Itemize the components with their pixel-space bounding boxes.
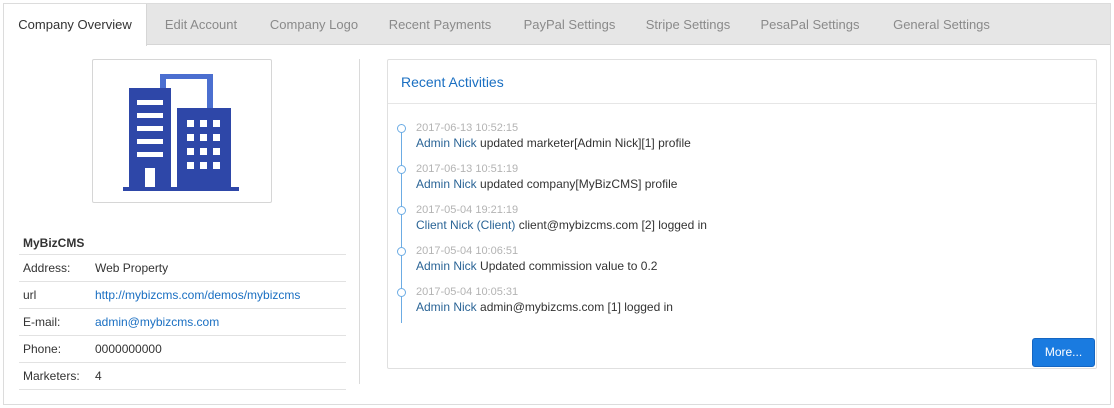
timeline-dot-icon: [397, 124, 406, 133]
activity-text: Admin Nick updated marketer[Admin Nick][…: [416, 136, 691, 150]
info-label: url: [23, 288, 37, 302]
tab-edit-account[interactable]: Edit Account: [147, 4, 255, 45]
office-building-icon: [123, 74, 239, 191]
tab-general-settings[interactable]: General Settings: [876, 4, 1007, 45]
activity-item: 2017-06-13 10:51:19 Admin Nick updated c…: [388, 162, 1088, 196]
info-label: Phone:: [23, 342, 62, 356]
activity-actor-link[interactable]: Admin Nick: [416, 136, 477, 150]
activity-description: updated marketer[Admin Nick][1] profile: [476, 136, 691, 150]
info-label: Address:: [23, 261, 71, 275]
tab-stripe-settings[interactable]: Stripe Settings: [632, 4, 744, 45]
timeline-dot-icon: [397, 206, 406, 215]
info-value: Web Property: [95, 261, 169, 275]
activity-description: updated company[MyBizCMS] profile: [476, 177, 678, 191]
panel-header: Recent Activities: [388, 60, 1096, 104]
activity-actor-link[interactable]: Admin Nick: [416, 177, 477, 191]
tab-company-logo[interactable]: Company Logo: [255, 4, 373, 45]
activity-actor-link[interactable]: Admin Nick: [416, 300, 477, 314]
tab-bar: Company Overview Edit Account Company Lo…: [4, 4, 1110, 46]
recent-activities-panel: Recent Activities 2017-06-13 10:52:15 Ad…: [387, 59, 1097, 369]
tab-company-overview[interactable]: Company Overview: [4, 4, 147, 46]
info-label: Marketers:: [23, 369, 80, 383]
timeline-dot-icon: [397, 288, 406, 297]
info-row-url: url http://mybizcms.com/demos/mybizcms: [19, 282, 346, 309]
activity-time: 2017-06-13 10:51:19: [416, 163, 519, 175]
company-info-table: Address: Web Property url http://mybizcm…: [19, 254, 346, 390]
more-activities-button[interactable]: More...: [1032, 338, 1095, 367]
activity-description: Updated commission value to 0.2: [476, 259, 658, 273]
activity-item: 2017-05-04 10:06:51 Admin Nick Updated c…: [388, 244, 1088, 278]
timeline-dot-icon: [397, 165, 406, 174]
company-email-link[interactable]: admin@mybizcms.com: [95, 309, 219, 336]
activity-text: Admin Nick updated company[MyBizCMS] pro…: [416, 177, 677, 191]
activity-item: 2017-05-04 19:21:19 Client Nick (Client)…: [388, 203, 1088, 237]
column-divider: [359, 59, 360, 384]
activity-time: 2017-05-04 19:21:19: [416, 204, 519, 216]
timeline-dot-icon: [397, 247, 406, 256]
activity-time: 2017-05-04 10:06:51: [416, 245, 519, 257]
tab-paypal-settings[interactable]: PayPal Settings: [507, 4, 632, 45]
company-url-link[interactable]: http://mybizcms.com/demos/mybizcms: [95, 282, 300, 309]
company-logo: [92, 59, 272, 203]
info-value: 4: [95, 369, 102, 383]
activity-item: 2017-06-13 10:52:15 Admin Nick updated m…: [388, 121, 1088, 155]
panel-title: Recent Activities: [401, 74, 504, 90]
activity-description: client@mybizcms.com [2] logged in: [515, 218, 707, 232]
activity-time: 2017-06-13 10:52:15: [416, 122, 519, 134]
activity-text: Admin Nick admin@mybizcms.com [1] logged…: [416, 300, 673, 314]
activity-text: Admin Nick Updated commission value to 0…: [416, 259, 657, 273]
info-row-address: Address: Web Property: [19, 255, 346, 282]
activity-item: 2017-05-04 10:05:31 Admin Nick admin@myb…: [388, 285, 1088, 319]
info-row-email: E-mail: admin@mybizcms.com: [19, 309, 346, 336]
page-frame: Company Overview Edit Account Company Lo…: [3, 3, 1111, 405]
activity-text: Client Nick (Client) client@mybizcms.com…: [416, 218, 707, 232]
company-name: MyBizCMS: [23, 236, 85, 250]
info-label: E-mail:: [23, 315, 61, 329]
activity-description: admin@mybizcms.com [1] logged in: [476, 300, 673, 314]
tab-recent-payments[interactable]: Recent Payments: [373, 4, 507, 45]
info-value: 0000000000: [95, 342, 162, 356]
activity-actor-link[interactable]: Admin Nick: [416, 259, 477, 273]
info-row-marketers: Marketers: 4: [19, 363, 346, 390]
info-row-phone: Phone: 0000000000: [19, 336, 346, 363]
activity-actor-link[interactable]: Client Nick (Client): [416, 218, 515, 232]
activity-time: 2017-05-04 10:05:31: [416, 286, 519, 298]
tab-pesapal-settings[interactable]: PesaPal Settings: [744, 4, 876, 45]
